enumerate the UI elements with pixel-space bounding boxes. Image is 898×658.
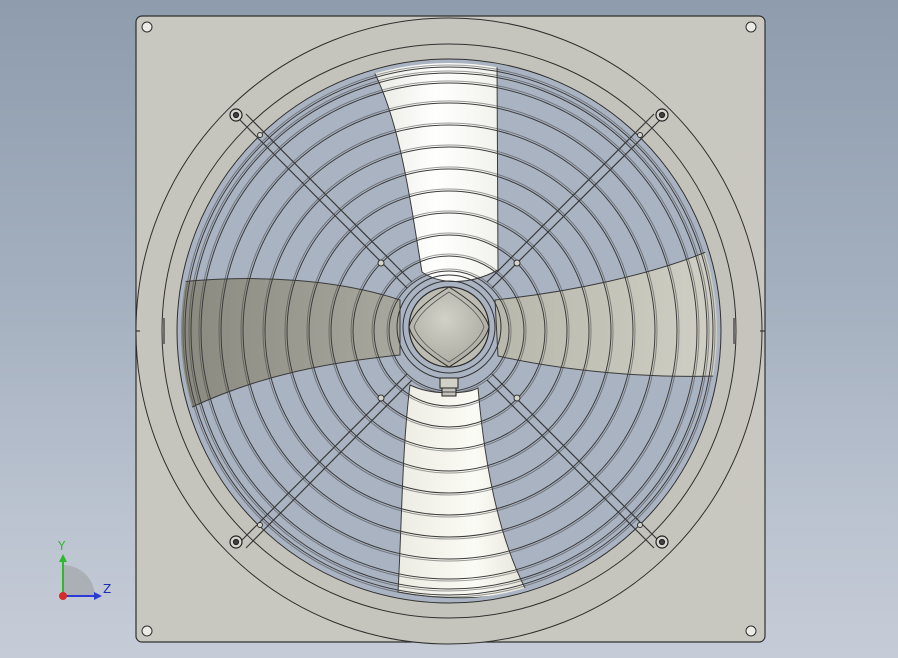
- triad-z-label: Z: [103, 582, 112, 596]
- corner-hole: [745, 21, 757, 33]
- triad-y-label: Y: [58, 539, 66, 553]
- corner-hole: [745, 625, 757, 637]
- corner-hole: [141, 625, 153, 637]
- graphics-viewport[interactable]: Y Z: [0, 0, 898, 658]
- fan-model[interactable]: [0, 0, 898, 658]
- cable-gland: [439, 377, 459, 389]
- view-orientation-triad-icon[interactable]: [59, 554, 102, 600]
- corner-hole: [141, 21, 153, 33]
